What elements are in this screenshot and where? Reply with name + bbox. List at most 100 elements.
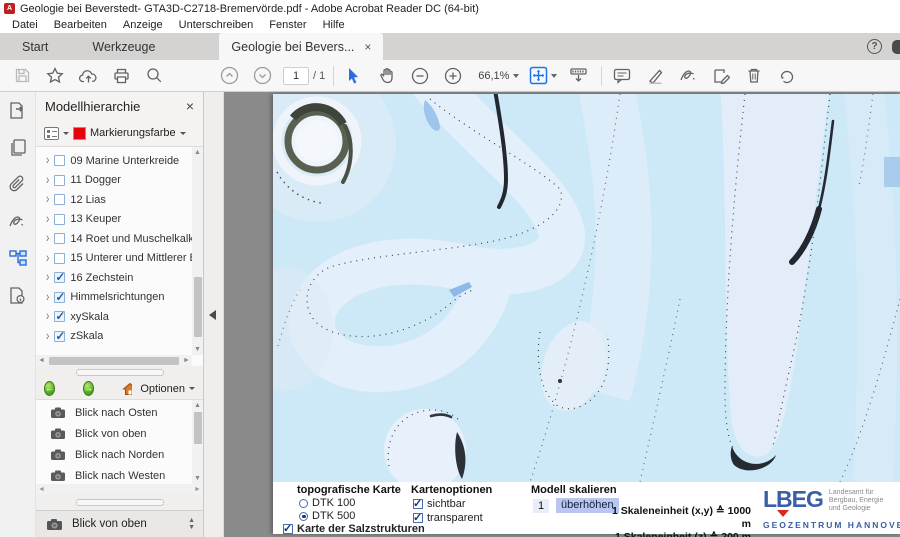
tree-item-checkbox[interactable] xyxy=(54,292,65,303)
tree-item[interactable]: ›zSkala xyxy=(46,327,192,347)
tree-item-checkbox[interactable] xyxy=(54,214,65,225)
transparent-row[interactable]: transparent xyxy=(413,512,483,524)
close-panel-icon[interactable]: × xyxy=(186,98,194,114)
home-view-icon[interactable] xyxy=(122,382,133,396)
transparent-checkbox[interactable] xyxy=(413,513,423,523)
chevron-right-icon[interactable]: › xyxy=(46,270,49,285)
dtk100-radio[interactable] xyxy=(299,499,308,508)
comment-button[interactable] xyxy=(610,64,634,88)
tree-item[interactable]: ›15 Unterer und Mittlerer Bur xyxy=(46,249,192,269)
notification-bell-icon[interactable] xyxy=(892,40,900,54)
sign-button[interactable] xyxy=(676,64,700,88)
zoom-in-button[interactable] xyxy=(441,64,465,88)
chevron-right-icon[interactable]: › xyxy=(46,173,49,188)
tab-tools[interactable]: Werkzeuge xyxy=(70,33,177,60)
options-menu[interactable]: Optionen xyxy=(140,383,195,395)
chevron-right-icon[interactable]: › xyxy=(46,329,49,344)
tree-item-checkbox[interactable] xyxy=(54,272,65,283)
collapse-panel-icon[interactable] xyxy=(209,310,216,320)
cloud-upload-button[interactable] xyxy=(76,64,100,88)
scroll-down-icon[interactable]: ▼ xyxy=(192,344,203,355)
fit-page-button[interactable] xyxy=(529,64,557,88)
signatures-icon[interactable] xyxy=(6,211,30,231)
scroll-left-icon[interactable]: ◄ xyxy=(36,357,47,364)
views-horizontal-scrollbar[interactable]: ◄ ► xyxy=(36,484,203,494)
rotate-button[interactable] xyxy=(775,64,799,88)
tab-document[interactable]: Geologie bei Bevers... × xyxy=(219,33,383,60)
tree-item[interactable]: ›13 Keuper xyxy=(46,210,192,230)
zoom-out-button[interactable] xyxy=(408,64,432,88)
pdf-page[interactable]: topografische Karte DTK 100 DTK 500 Kart… xyxy=(273,94,900,534)
fill-sign-button[interactable] xyxy=(709,64,733,88)
visible-checkbox[interactable] xyxy=(413,499,423,509)
save-button[interactable] xyxy=(10,64,34,88)
scale-value-input[interactable]: 1 xyxy=(533,499,549,513)
view-spinner[interactable]: ▲▼ xyxy=(188,518,195,531)
menu-hilfe[interactable]: Hilfe xyxy=(315,19,353,31)
highlight-button[interactable] xyxy=(643,64,667,88)
dtk100-radio-row[interactable]: DTK 100 xyxy=(299,497,355,509)
zoom-level-control[interactable]: 66,1% xyxy=(478,70,519,82)
tab-start[interactable]: Start xyxy=(0,33,70,60)
dtk500-radio[interactable] xyxy=(299,512,308,521)
menu-datei[interactable]: Datei xyxy=(4,19,46,31)
view-item[interactable]: Blick nach Osten xyxy=(50,402,192,423)
current-view-row[interactable]: Blick von oben ▲▼ xyxy=(36,510,203,537)
salt-structures-checkbox[interactable] xyxy=(283,524,293,534)
select-tool-button[interactable] xyxy=(342,64,366,88)
next-view-button[interactable]: → xyxy=(83,381,94,396)
tree-item[interactable]: ›12 Lias xyxy=(46,190,192,210)
chevron-right-icon[interactable]: › xyxy=(46,153,49,168)
trash-button[interactable] xyxy=(742,64,766,88)
tree-item[interactable]: ›09 Marine Unterkreide xyxy=(46,151,192,171)
tree-item-checkbox[interactable] xyxy=(54,233,65,244)
marking-color-swatch[interactable] xyxy=(73,127,86,140)
scroll-right-icon[interactable]: ► xyxy=(181,357,192,364)
print-button[interactable] xyxy=(109,64,133,88)
chevron-right-icon[interactable]: › xyxy=(46,212,49,227)
menu-bearbeiten[interactable]: Bearbeiten xyxy=(46,19,115,31)
tree-options-icon[interactable] xyxy=(44,127,59,140)
document-properties-icon[interactable] xyxy=(6,285,30,305)
scroll-up-icon[interactable]: ▲ xyxy=(192,400,203,411)
views-vertical-scrollbar[interactable]: ▲ ▼ xyxy=(192,400,203,484)
model-tree-icon[interactable] xyxy=(6,248,30,268)
hand-tool-button[interactable] xyxy=(375,64,399,88)
panel-splitter[interactable] xyxy=(36,494,203,510)
scroll-down-icon[interactable]: ▼ xyxy=(192,473,203,484)
scroll-left-icon[interactable]: ◄ xyxy=(36,486,47,493)
salt-structures-row[interactable]: Karte der Salzstrukturen xyxy=(283,523,425,535)
search-icon[interactable] xyxy=(142,64,166,88)
tree-horizontal-scrollbar[interactable]: ◄ ► xyxy=(36,355,192,366)
page-thumbnails-icon[interactable] xyxy=(6,137,30,157)
tree-item[interactable]: ›16 Zechstein xyxy=(46,268,192,288)
tree-item[interactable]: ›11 Dogger xyxy=(46,171,192,191)
view-item[interactable]: Blick nach Norden xyxy=(50,444,192,465)
tree-item[interactable]: ›14 Roet und Muschelkalk xyxy=(46,229,192,249)
tree-item-checkbox[interactable] xyxy=(54,311,65,322)
page-number-input[interactable]: 1 xyxy=(283,67,309,85)
scroll-right-icon[interactable]: ► xyxy=(192,486,203,493)
help-icon[interactable]: ? xyxy=(867,39,882,54)
chevron-right-icon[interactable]: › xyxy=(46,251,49,266)
dtk500-radio-row[interactable]: DTK 500 xyxy=(299,510,355,522)
panel-splitter[interactable] xyxy=(36,366,203,378)
menu-fenster[interactable]: Fenster xyxy=(261,19,314,31)
chevron-right-icon[interactable]: › xyxy=(46,231,49,246)
scrollbar-thumb[interactable] xyxy=(194,277,202,337)
previous-view-button[interactable]: ← xyxy=(44,381,55,396)
star-button[interactable] xyxy=(43,64,67,88)
scrollbar-thumb[interactable] xyxy=(194,412,202,444)
page-scrolling-button[interactable] xyxy=(566,64,590,88)
view-item[interactable]: Blick von oben xyxy=(50,423,192,444)
chevron-right-icon[interactable]: › xyxy=(46,290,49,305)
chevron-right-icon[interactable]: › xyxy=(46,192,49,207)
chevron-right-icon[interactable]: › xyxy=(46,309,49,324)
attachments-icon[interactable] xyxy=(6,174,30,194)
tree-item[interactable]: ›xySkala xyxy=(46,307,192,327)
next-page-button[interactable] xyxy=(250,64,274,88)
close-tab-icon[interactable]: × xyxy=(364,40,371,54)
visible-row[interactable]: sichtbar xyxy=(413,498,466,510)
3d-model-canvas[interactable] xyxy=(273,94,900,482)
tree-item-checkbox[interactable] xyxy=(54,175,65,186)
